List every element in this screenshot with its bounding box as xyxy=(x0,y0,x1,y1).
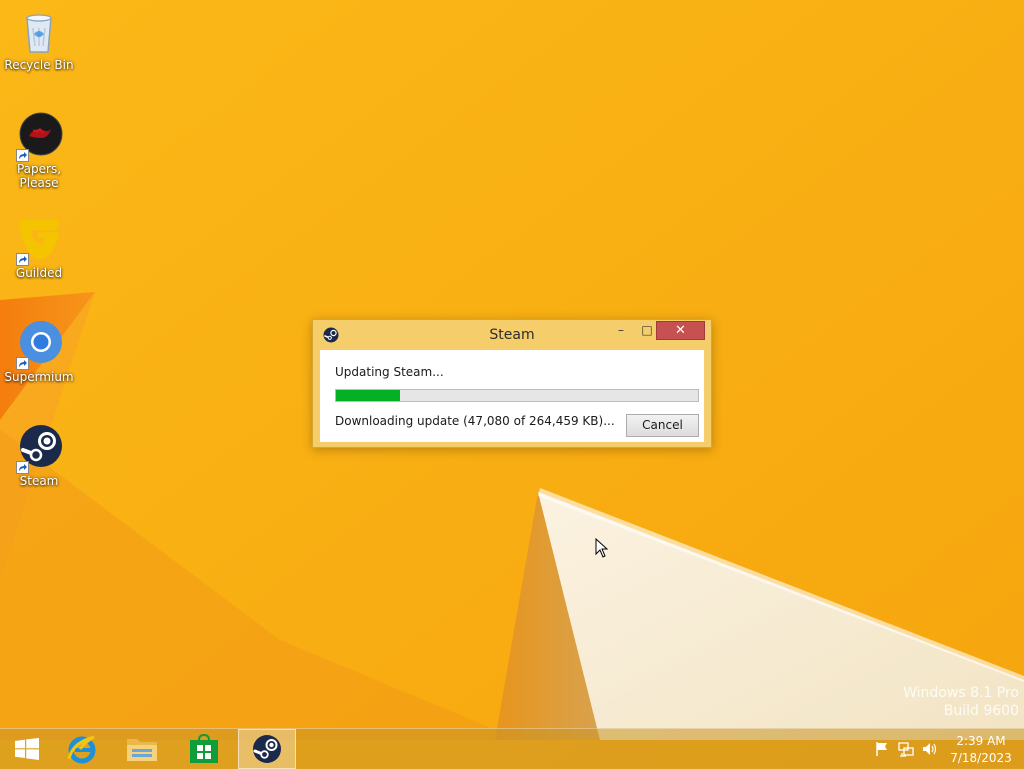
steam-update-dialog: Steam – □ ✕ Updating Steam... Downloadin… xyxy=(312,319,712,448)
guilded-icon xyxy=(15,216,63,266)
network-icon[interactable] xyxy=(898,741,914,757)
download-detail-text: Downloading update (47,080 of 264,459 KB… xyxy=(335,414,615,428)
maximize-button[interactable]: □ xyxy=(636,321,658,340)
taskbar-file-explorer[interactable] xyxy=(114,729,170,769)
shortcut-arrow-icon xyxy=(16,357,29,370)
watermark-edition: Windows 8.1 Pro xyxy=(903,685,1019,701)
dialog-body: Updating Steam... Downloading update (47… xyxy=(320,350,704,442)
dialog-titlebar[interactable]: Steam – □ ✕ xyxy=(313,320,711,350)
recycle-bin-icon xyxy=(15,8,63,56)
desktop-icon-guilded[interactable]: Guilded xyxy=(0,216,78,280)
shortcut-arrow-icon xyxy=(16,149,29,162)
clock-time: 2:39 AM xyxy=(956,734,1006,748)
volume-icon[interactable] xyxy=(922,741,938,757)
papers-please-icon xyxy=(15,112,63,162)
start-button[interactable] xyxy=(4,729,48,769)
desktop-icon-label: Papers, Please xyxy=(16,162,62,190)
minimize-icon: – xyxy=(618,323,624,337)
update-status-text: Updating Steam... xyxy=(335,365,444,379)
minimize-button[interactable]: – xyxy=(610,321,632,340)
steam-icon xyxy=(253,735,281,763)
taskbar-internet-explorer[interactable] xyxy=(54,729,110,769)
progress-fill xyxy=(336,390,401,401)
watermark-build: Build 9600 xyxy=(943,703,1019,719)
desktop-icon-supermium[interactable]: Supermium xyxy=(0,320,78,384)
taskbar-clock[interactable]: 2:39 AM 7/18/2023 xyxy=(946,733,1016,767)
shortcut-arrow-icon xyxy=(16,461,29,474)
desktop-icon-steam[interactable]: Steam xyxy=(0,424,78,488)
taskbar-steam[interactable] xyxy=(238,729,296,769)
desktop-icon-label: Recycle Bin xyxy=(4,58,74,72)
shortcut-arrow-icon xyxy=(16,253,29,266)
internet-explorer-icon xyxy=(67,735,96,764)
desktop-icon-label: Guilded xyxy=(15,266,63,280)
desktop-icon-label: Supermium xyxy=(4,370,74,384)
windows-watermark: Windows 8.1 Pro Build 9600 xyxy=(903,684,1019,720)
windows-store-icon xyxy=(190,734,218,763)
desktop-icon-recycle-bin[interactable]: Recycle Bin xyxy=(0,8,78,72)
maximize-icon: □ xyxy=(641,323,653,337)
taskbar-windows-store[interactable] xyxy=(176,729,232,769)
steam-icon xyxy=(15,424,63,474)
close-button[interactable]: ✕ xyxy=(656,321,705,340)
cancel-button[interactable]: Cancel xyxy=(626,414,699,437)
supermium-icon xyxy=(15,320,63,370)
download-progress-bar xyxy=(335,389,699,402)
file-explorer-icon xyxy=(127,739,157,761)
mouse-cursor-icon xyxy=(595,538,609,558)
desktop-icon-label: Steam xyxy=(19,474,59,488)
close-icon: ✕ xyxy=(675,323,686,338)
clock-date: 7/18/2023 xyxy=(950,751,1012,765)
action-center-flag-icon[interactable] xyxy=(874,741,890,757)
taskbar: 2:39 AM 7/18/2023 xyxy=(0,728,1024,769)
windows-logo-icon xyxy=(15,738,39,760)
desktop-icon-papers-please[interactable]: Papers, Please xyxy=(0,112,78,190)
